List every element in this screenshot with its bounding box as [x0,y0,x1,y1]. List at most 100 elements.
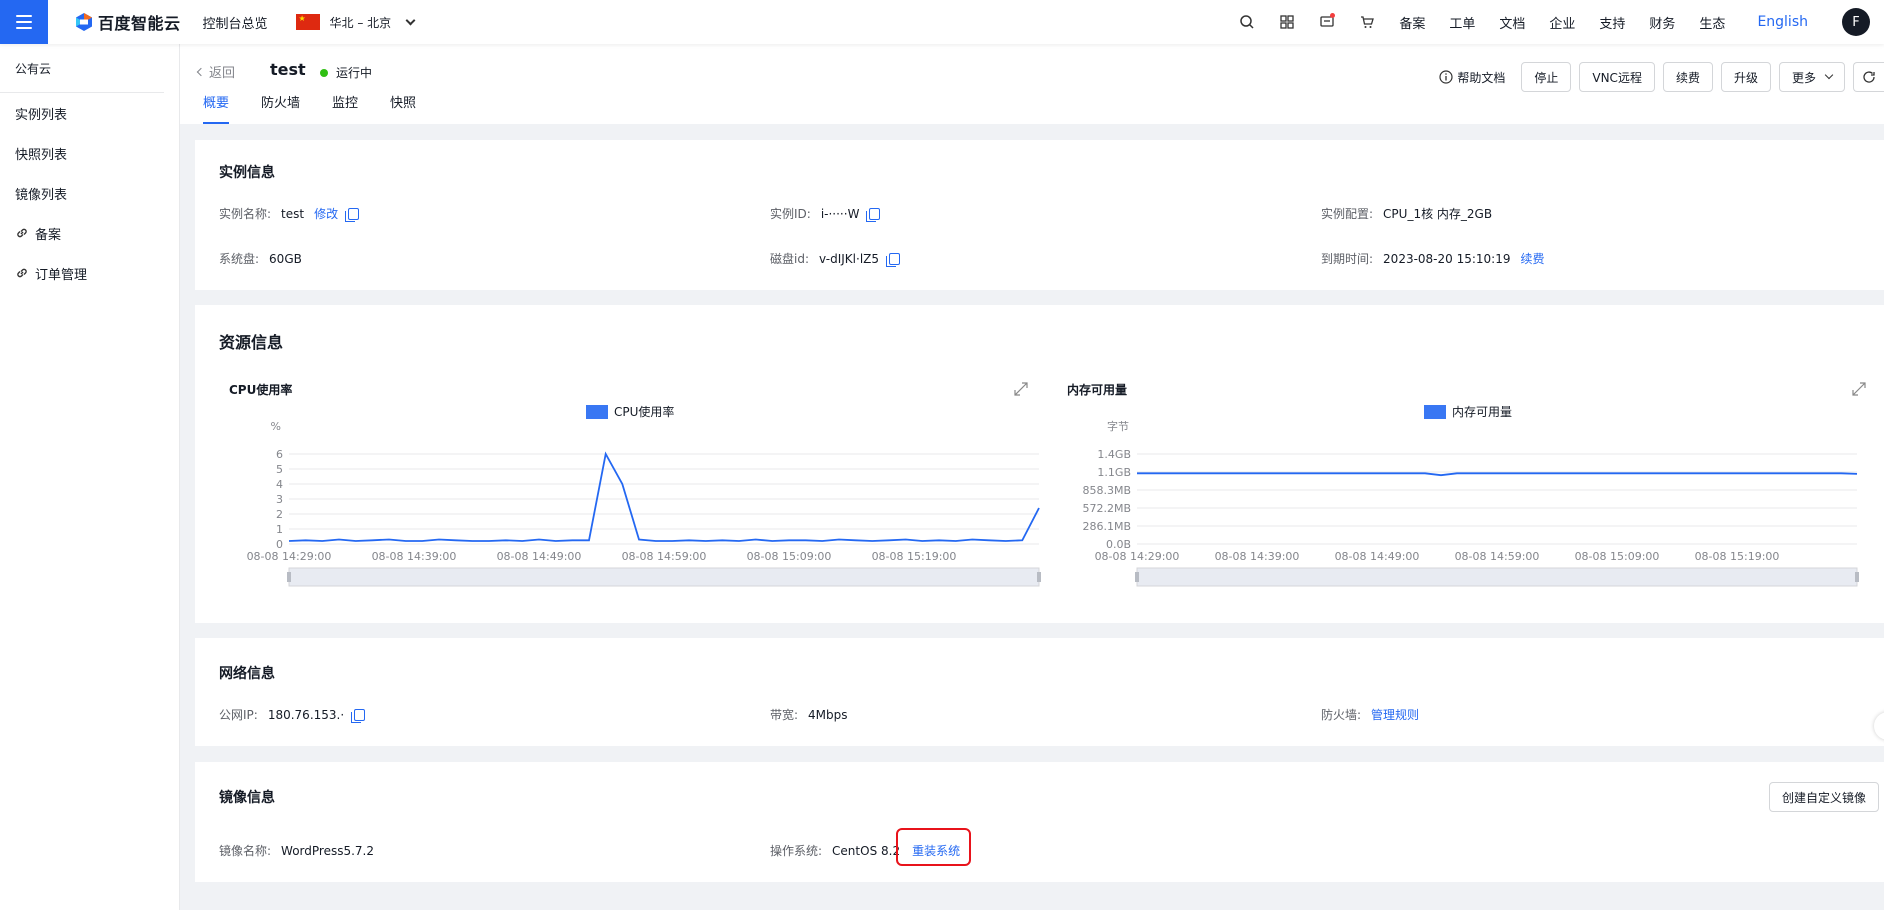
y-tick-label: 3 [276,493,283,506]
renew-button[interactable]: 续费 [1662,62,1713,92]
expand-icon[interactable] [1013,381,1029,397]
chevron-left-icon [196,67,206,76]
nav-link-enterprise[interactable]: 企业 [1549,13,1575,32]
logo[interactable]: 百度智能云 [74,10,181,34]
sidebar-item-label: 备案 [35,227,62,243]
y-tick-label: 6 [276,448,283,461]
public-ip-value: 180.76.153.· [267,707,345,722]
cpu-chart-title: CPU使用率 [229,383,293,397]
link-icon [17,228,27,238]
more-dropdown[interactable]: 更多 [1778,62,1845,92]
tab-firewall[interactable]: 防火墙 [253,94,308,124]
network-info-card: 网络信息 公网IP: 180.76.153.· 带宽: 4Mbps 防火墙: 管… [195,638,1884,746]
status-label: 运行中 [336,66,373,80]
tab-snapshot[interactable]: 快照 [382,94,424,124]
y-tick-label: 572.2MB [1082,502,1131,515]
x-tick-label: 08-08 14:49:00 [1335,550,1420,563]
zoom-slider[interactable] [288,567,1040,587]
menu-icon[interactable] [0,0,48,44]
os-label: 操作系统: [770,844,823,858]
sidebar-item-label: 实例列表 [15,107,68,123]
create-custom-image-button[interactable]: 创建自定义镜像 [1768,782,1879,812]
instance-info-title: 实例信息 [219,165,275,181]
x-tick-label: 08-08 14:59:00 [1455,550,1540,563]
x-tick-label: 08-08 14:59:00 [622,550,707,563]
y-tick-label: 1 [276,523,283,536]
chevron-down-icon [405,15,416,25]
top-navbar: 百度智能云 控制台总览 华北 – 北京 备案 工单 文档 企业 支持 财务 生态… [0,0,1884,44]
cpu-legend: CPU使用率 [586,403,674,420]
avatar[interactable]: F [1842,8,1870,36]
system-disk-value: 60GB [269,251,302,266]
zoom-handle-right[interactable] [1037,572,1041,582]
instance-config-label: 实例配置: [1321,207,1374,221]
status-dot-icon [320,68,328,77]
zoom-handle-left[interactable] [1135,572,1139,582]
expand-icon[interactable] [1851,381,1867,397]
series-line [1137,472,1858,477]
language-switch[interactable]: English [1757,14,1808,30]
expire-time-value: 2023-08-20 15:10:19 [1383,251,1511,266]
message-icon[interactable] [1307,0,1347,44]
manage-rules-link[interactable]: 管理规则 [1371,706,1419,723]
copy-icon[interactable] [351,708,366,723]
refresh-button[interactable] [1853,62,1884,92]
x-tick-label: 08-08 15:09:00 [747,550,832,563]
os-value: CentOS 8.2 [832,843,901,858]
region-selector[interactable]: 华北 – 北京 [295,14,416,31]
copy-icon[interactable] [866,207,881,222]
image-name-value: WordPress5.7.2 [281,843,375,858]
zoom-handle-left[interactable] [287,572,291,582]
zoom-slider[interactable] [1136,567,1858,587]
memory-legend: 内存可用量 [1424,403,1512,420]
region-label: 华北 – 北京 [329,15,392,30]
link-icon [17,268,27,278]
search-icon[interactable] [1227,0,1267,44]
refresh-icon [1863,71,1875,83]
renew-link[interactable]: 续费 [1521,250,1545,267]
bandwidth-value: 4Mbps [808,707,848,722]
chevron-down-icon [1824,70,1834,80]
nav-link-beian[interactable]: 备案 [1399,13,1425,32]
highlight-box [896,828,971,866]
stop-button[interactable]: 停止 [1521,62,1572,92]
sidebar-item-orders[interactable]: 订单管理 [0,253,179,293]
cart-icon[interactable] [1347,0,1387,44]
cpu-legend-label: CPU使用率 [614,405,675,419]
sidebar-item-snapshots[interactable]: 快照列表 [0,133,179,173]
instance-info-card: 实例信息 实例名称: test 修改 实例ID: i-·····W 实例配置: … [195,140,1884,290]
console-overview-link[interactable]: 控制台总览 [203,13,268,32]
resource-info-title: 资源信息 [219,333,284,352]
zoom-handle-right[interactable] [1855,572,1859,582]
nav-link-docs[interactable]: 文档 [1499,13,1525,32]
x-tick-label: 08-08 15:19:00 [1695,550,1780,563]
nav-link-support[interactable]: 支持 [1599,13,1625,32]
nav-link-finance[interactable]: 财务 [1649,13,1675,32]
instance-name-label: 实例名称: [219,207,272,221]
copy-icon[interactable] [345,207,360,222]
more-label: 更多 [1791,70,1816,85]
tab-monitor[interactable]: 监控 [324,94,366,124]
network-info-title: 网络信息 [219,666,275,682]
help-docs-link[interactable]: 帮助文档 [1439,69,1505,86]
y-tick-label: 1.4GB [1097,448,1131,461]
nav-link-ticket[interactable]: 工单 [1449,13,1475,32]
sidebar-item-beian[interactable]: 备案 [0,213,179,253]
sidebar-item-images[interactable]: 镜像列表 [0,173,179,213]
x-tick-label: 08-08 14:39:00 [372,550,457,563]
y-tick-label: 2 [276,508,283,521]
edit-name-link[interactable]: 修改 [314,205,338,222]
nav-link-ecosystem[interactable]: 生态 [1699,13,1725,32]
logo-text: 百度智能云 [98,14,181,33]
memory-legend-label: 内存可用量 [1452,405,1513,419]
legend-swatch [586,404,608,419]
back-link[interactable]: 返回 [196,62,235,81]
copy-icon[interactable] [886,252,901,267]
upgrade-button[interactable]: 升级 [1720,62,1771,92]
tab-overview[interactable]: 概要 [195,94,237,124]
sidebar-item-instances[interactable]: 实例列表 [0,93,179,133]
apps-grid-icon[interactable] [1267,0,1307,44]
y-unit-label: 字节 [1107,420,1129,433]
sidebar-item-label: 快照列表 [15,147,68,163]
vnc-button[interactable]: VNC远程 [1579,62,1655,92]
